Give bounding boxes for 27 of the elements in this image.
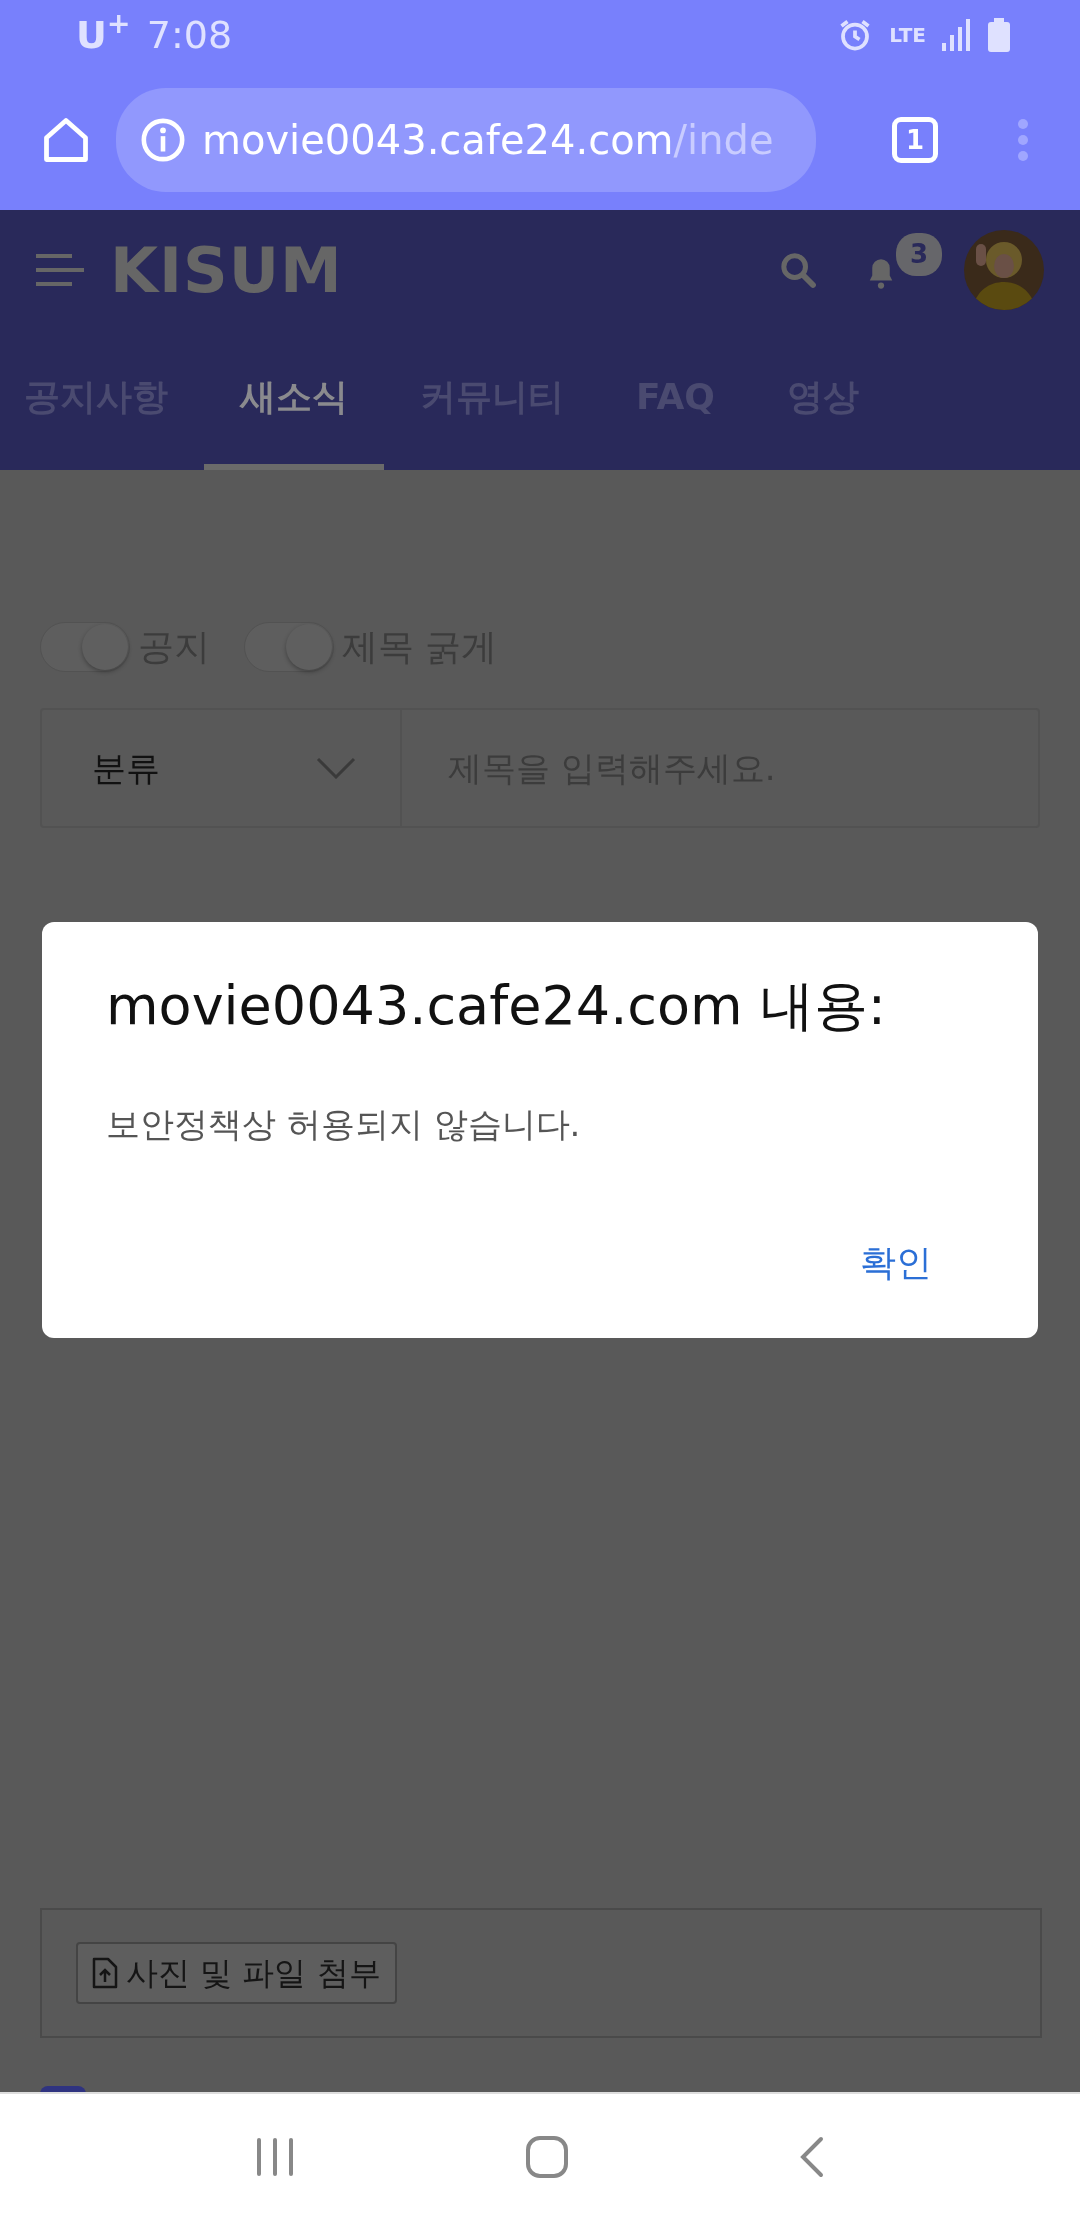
home-button-icon[interactable] bbox=[525, 2135, 569, 2179]
category-select[interactable]: 분류 bbox=[40, 708, 402, 828]
confirm-button[interactable]: 확인 bbox=[848, 1227, 944, 1298]
dialog-message: 보안정책상 허용되지 않습니다. bbox=[106, 1102, 582, 1146]
clock-time: 7:08 bbox=[146, 11, 233, 59]
back-icon[interactable] bbox=[799, 2136, 825, 2178]
url-path: /inde bbox=[673, 116, 774, 165]
nav-tab[interactable]: 새소식 bbox=[204, 330, 384, 470]
battery-icon bbox=[988, 18, 1010, 52]
dialog-title: movie0043.cafe24.com 내용: bbox=[106, 974, 887, 1039]
info-icon bbox=[140, 117, 186, 163]
toggle-switch[interactable] bbox=[244, 622, 334, 672]
recent-apps-icon[interactable] bbox=[255, 2136, 295, 2178]
carrier-label: U$^{+}$ bbox=[76, 6, 131, 59]
url-host: movie0043.cafe24.com bbox=[202, 116, 674, 165]
notification-count: 3 bbox=[896, 233, 943, 276]
address-bar[interactable]: movie0043.cafe24.com/inde bbox=[116, 88, 816, 192]
search-icon[interactable] bbox=[778, 250, 818, 290]
tab-count-button[interactable]: 1 bbox=[892, 117, 938, 163]
toggle-switch[interactable] bbox=[40, 622, 130, 672]
network-type-label: LTE bbox=[889, 25, 926, 45]
signal-icon bbox=[942, 19, 972, 51]
more-options-icon[interactable] bbox=[1016, 118, 1030, 162]
file-upload-icon bbox=[92, 1957, 118, 1989]
site-logo[interactable]: KISUM bbox=[110, 223, 343, 317]
chevron-down-icon bbox=[316, 757, 356, 779]
attach-file-button[interactable]: 사진 및 파일 첨부 bbox=[76, 1942, 397, 2004]
